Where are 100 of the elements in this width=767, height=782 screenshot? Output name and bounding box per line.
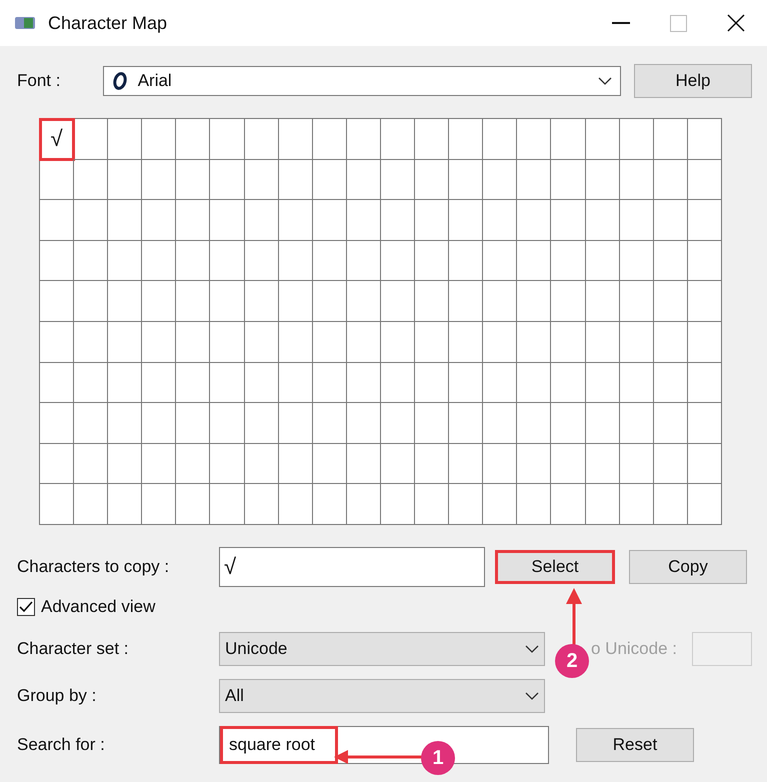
advanced-view-checkbox[interactable] [17, 598, 35, 616]
character-cell[interactable]: √ [40, 119, 74, 160]
character-cell[interactable] [517, 119, 552, 160]
character-cell[interactable] [40, 322, 74, 363]
character-cell[interactable] [346, 403, 381, 444]
character-cell[interactable] [244, 160, 279, 200]
character-cell[interactable] [380, 240, 416, 282]
character-cell[interactable] [551, 200, 586, 241]
character-cell[interactable] [40, 484, 74, 525]
character-set-dropdown[interactable]: Unicode [219, 632, 545, 666]
character-cell[interactable] [415, 484, 450, 525]
character-cell[interactable] [40, 444, 74, 484]
character-cell[interactable] [620, 160, 654, 200]
character-cell[interactable] [40, 200, 74, 241]
character-cell[interactable] [278, 119, 313, 160]
character-cell[interactable] [620, 403, 654, 444]
character-cell[interactable] [483, 403, 518, 444]
character-cell[interactable] [244, 240, 279, 282]
character-cell[interactable] [142, 362, 176, 404]
character-cell[interactable] [688, 362, 722, 404]
character-cell[interactable] [688, 444, 722, 484]
character-cell[interactable] [74, 362, 108, 404]
character-cell[interactable] [108, 484, 142, 525]
character-cell[interactable] [586, 200, 620, 241]
character-cell[interactable] [380, 322, 416, 363]
character-cell[interactable] [176, 119, 210, 160]
character-cell[interactable] [278, 322, 313, 363]
character-cell[interactable] [74, 322, 108, 363]
character-cell[interactable] [415, 281, 450, 322]
character-cell[interactable] [654, 362, 688, 404]
character-cell[interactable] [483, 200, 518, 241]
character-cell[interactable] [278, 160, 313, 200]
character-cell[interactable] [483, 240, 518, 282]
character-cell[interactable] [142, 403, 176, 444]
character-cell[interactable] [449, 322, 484, 363]
character-cell[interactable] [551, 322, 586, 363]
character-cell[interactable] [278, 240, 313, 282]
character-cell[interactable] [244, 200, 279, 241]
character-cell[interactable] [346, 281, 381, 322]
character-cell[interactable] [551, 119, 586, 160]
character-cell[interactable] [74, 444, 108, 484]
character-cell[interactable] [278, 281, 313, 322]
character-cell[interactable] [312, 322, 347, 363]
character-cell[interactable] [688, 403, 722, 444]
character-cell[interactable] [210, 403, 245, 444]
unicode-field[interactable] [692, 632, 752, 666]
character-cell[interactable] [142, 160, 176, 200]
character-cell[interactable] [415, 240, 450, 282]
character-cell[interactable] [312, 160, 347, 200]
select-button[interactable]: Select [495, 550, 615, 584]
character-cell[interactable] [176, 403, 210, 444]
character-cell[interactable] [483, 484, 518, 525]
character-cell[interactable] [40, 281, 74, 322]
character-cell[interactable] [586, 240, 620, 282]
character-cell[interactable] [244, 119, 279, 160]
character-cell[interactable] [108, 200, 142, 241]
character-cell[interactable] [74, 160, 108, 200]
character-cell[interactable] [312, 200, 347, 241]
character-cell[interactable] [346, 119, 381, 160]
character-cell[interactable] [74, 403, 108, 444]
character-cell[interactable] [483, 362, 518, 404]
character-cell[interactable] [312, 281, 347, 322]
character-cell[interactable] [654, 160, 688, 200]
character-cell[interactable] [142, 200, 176, 241]
character-cell[interactable] [312, 484, 347, 525]
character-cell[interactable] [278, 362, 313, 404]
character-cell[interactable] [176, 200, 210, 241]
character-cell[interactable] [688, 322, 722, 363]
character-cell[interactable] [278, 484, 313, 525]
character-cell[interactable] [654, 403, 688, 444]
character-cell[interactable] [108, 362, 142, 404]
character-cell[interactable] [449, 160, 484, 200]
character-cell[interactable] [108, 444, 142, 484]
character-cell[interactable] [74, 281, 108, 322]
character-cell[interactable] [415, 403, 450, 444]
character-cell[interactable] [346, 484, 381, 525]
character-cell[interactable] [74, 119, 108, 160]
character-cell[interactable] [346, 444, 381, 484]
character-cell[interactable] [210, 200, 245, 241]
character-cell[interactable] [40, 362, 74, 404]
character-cell[interactable] [108, 403, 142, 444]
character-cell[interactable] [517, 160, 552, 200]
character-cell[interactable] [108, 240, 142, 282]
character-cell[interactable] [688, 484, 722, 525]
character-cell[interactable] [244, 444, 279, 484]
character-cell[interactable] [74, 240, 108, 282]
character-cell[interactable] [586, 322, 620, 363]
character-cell[interactable] [620, 119, 654, 160]
character-cell[interactable] [312, 240, 347, 282]
character-cell[interactable] [244, 281, 279, 322]
character-cell[interactable] [654, 322, 688, 363]
character-cell[interactable] [517, 484, 552, 525]
character-cell[interactable] [517, 322, 552, 363]
character-cell[interactable] [176, 281, 210, 322]
character-cell[interactable] [278, 444, 313, 484]
character-cell[interactable] [415, 160, 450, 200]
character-cell[interactable] [620, 281, 654, 322]
character-cell[interactable] [415, 444, 450, 484]
character-cell[interactable] [346, 362, 381, 404]
character-cell[interactable] [551, 362, 586, 404]
